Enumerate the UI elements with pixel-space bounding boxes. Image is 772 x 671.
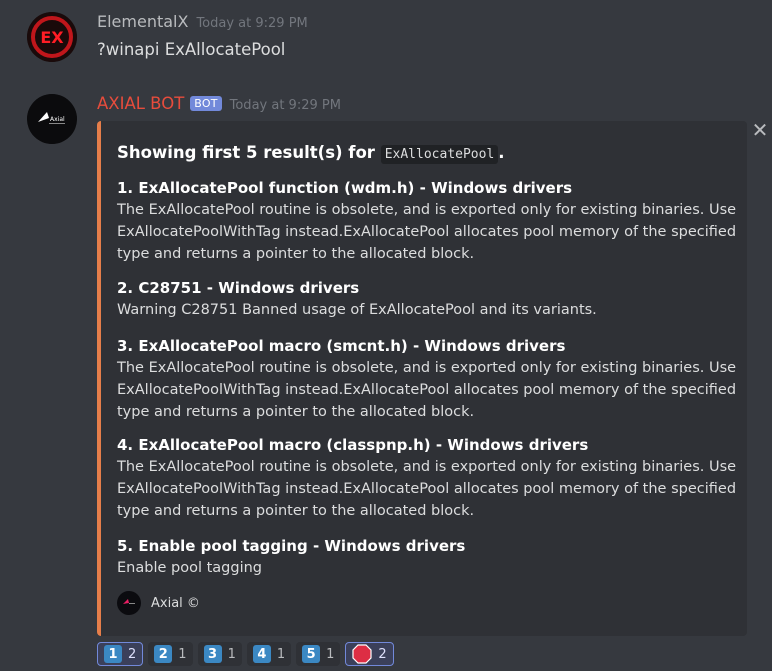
stop-sign-icon <box>352 644 373 664</box>
timestamp: Today at 9:29 PM <box>196 16 308 31</box>
bot-badge: BOT <box>190 96 222 111</box>
result-field-3: 3. ExAllocatePool macro (smcnt.h) - Wind… <box>117 335 742 423</box>
result-description: Warning C28751 Banned usage of ExAllocat… <box>117 302 597 318</box>
footer-text: Axial © <box>151 595 200 611</box>
keycap-2-icon: 2 <box>154 645 173 663</box>
result-title: 5. Enable pool tagging - Windows drivers <box>117 537 466 555</box>
axial-logo-icon: Axial <box>27 94 77 144</box>
result-description: The ExAllocatePool routine is obsolete, … <box>117 459 737 519</box>
result-description: The ExAllocatePool routine is obsolete, … <box>117 202 737 262</box>
reaction-stop[interactable]: 2 <box>345 642 394 666</box>
embed-title: Showing first 5 result(s) for ExAllocate… <box>117 143 505 164</box>
keycap-3-icon: 3 <box>203 645 222 663</box>
timestamp: Today at 9:29 PM <box>229 98 341 113</box>
reaction-count: 1 <box>326 646 335 662</box>
avatar-axial-bot[interactable]: Axial <box>27 94 77 144</box>
reaction-count: 1 <box>178 646 187 662</box>
avatar-elementalx[interactable]: EX <box>27 12 77 62</box>
keycap-5-icon: 5 <box>302 645 321 663</box>
reaction-count: 1 <box>227 646 236 662</box>
elementalx-avatar-icon: EX <box>27 12 77 62</box>
reaction-1[interactable]: 1 2 <box>97 642 144 666</box>
result-field-4: 4. ExAllocatePool macro (classpnp.h) - W… <box>117 434 742 522</box>
username-text[interactable]: AXIAL BOT <box>97 94 184 113</box>
svg-text:Axial: Axial <box>50 116 65 123</box>
username-axial-bot[interactable]: AXIAL BOT BOT Today at 9:29 PM <box>97 94 341 113</box>
result-field-2: 2. C28751 - Windows drivers Warning C287… <box>117 277 742 321</box>
close-icon[interactable]: ✕ <box>750 120 770 140</box>
embed-footer: Axial © <box>117 591 200 615</box>
reaction-5[interactable]: 5 1 <box>296 642 341 666</box>
result-title: 4. ExAllocatePool macro (classpnp.h) - W… <box>117 436 589 454</box>
reaction-count: 1 <box>276 646 286 662</box>
result-title: 3. ExAllocatePool macro (smcnt.h) - Wind… <box>117 337 566 355</box>
result-field-5: 5. Enable pool tagging - Windows drivers… <box>117 535 742 579</box>
keycap-1-icon: 1 <box>104 645 122 663</box>
username-text[interactable]: ElementalX <box>97 12 188 31</box>
embed-title-suffix: . <box>498 143 505 162</box>
search-results-embed: Showing first 5 result(s) for ExAllocate… <box>97 121 747 636</box>
reaction-count: 2 <box>378 646 387 662</box>
reaction-bar: 1 2 2 1 3 1 4 1 5 1 2 <box>97 642 394 666</box>
svg-text:EX: EX <box>40 28 64 47</box>
message-text: ?winapi ExAllocatePool <box>97 40 286 59</box>
result-description: The ExAllocatePool routine is obsolete, … <box>117 360 737 420</box>
result-field-1: 1. ExAllocatePool function (wdm.h) - Win… <box>117 177 742 265</box>
username-elementalx[interactable]: ElementalX Today at 9:29 PM <box>97 12 308 31</box>
reaction-4[interactable]: 4 1 <box>246 642 292 666</box>
reaction-2[interactable]: 2 1 <box>148 642 193 666</box>
result-title: 1. ExAllocatePool function (wdm.h) - Win… <box>117 179 573 197</box>
keycap-4-icon: 4 <box>252 645 271 663</box>
result-title: 2. C28751 - Windows drivers <box>117 279 360 297</box>
embed-title-code: ExAllocatePool <box>380 145 499 164</box>
result-description: Enable pool tagging <box>117 560 262 576</box>
footer-logo-icon <box>117 591 141 615</box>
embed-title-prefix: Showing first 5 result(s) for <box>117 143 381 162</box>
reaction-count: 2 <box>128 646 137 662</box>
reaction-3[interactable]: 3 1 <box>197 642 242 666</box>
